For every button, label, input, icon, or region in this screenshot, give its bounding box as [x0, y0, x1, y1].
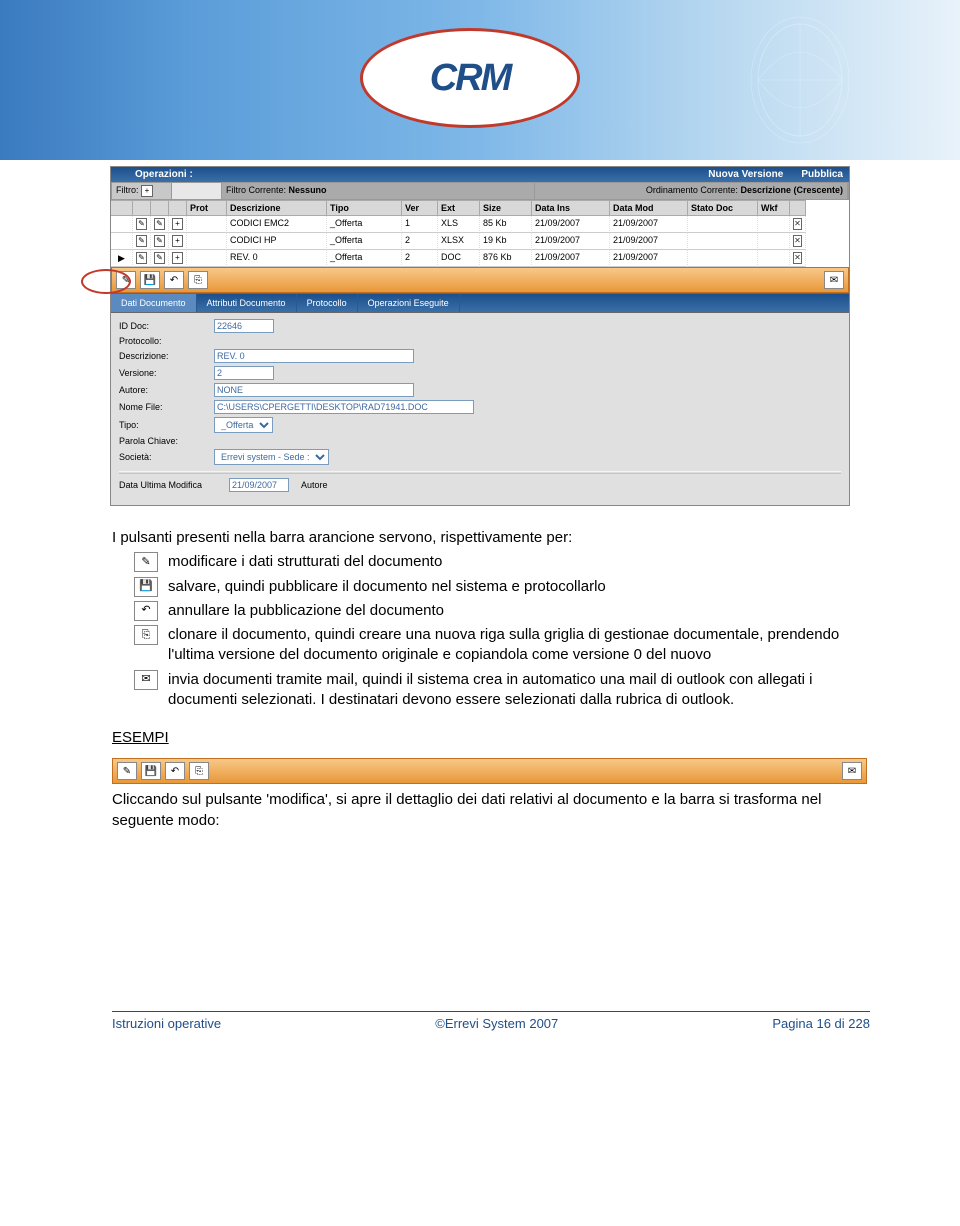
header-banner: CRM [0, 0, 960, 160]
mail-button[interactable]: ✉ [824, 271, 844, 289]
mail-button[interactable]: ✉ [842, 762, 862, 780]
orange-toolbar: ✎ 💾 ↶ ⎘ ✉ [111, 267, 849, 293]
crm-logo-text: CRM [430, 57, 511, 100]
intro-text: I pulsanti presenti nella barra arancion… [112, 528, 870, 548]
bullet-text: invia documenti tramite mail, quindi il … [168, 670, 870, 711]
list-item: 💾 salvare, quindi pubblicare il documento… [134, 577, 870, 597]
filter-expand[interactable] [172, 183, 222, 199]
document-grid: Prot Descrizione Tipo Ver Ext Size Data … [111, 200, 849, 267]
col-data-ins[interactable]: Data Ins [532, 200, 610, 216]
nomefile-field[interactable] [214, 400, 474, 414]
form-area: ID Doc: Protocollo: Descrizione: Version… [111, 313, 849, 505]
autore-label: Autore: [119, 385, 214, 395]
col-data-mod[interactable]: Data Mod [610, 200, 688, 216]
tab-dati-documento[interactable]: Dati Documento [111, 294, 197, 312]
descrizione-label: Descrizione: [119, 351, 214, 361]
tipo-label: Tipo: [119, 420, 214, 430]
col-descrizione[interactable]: Descrizione [227, 200, 327, 216]
undo-button[interactable]: ↶ [165, 762, 185, 780]
detail-tabs: Dati Documento Attributi Documento Proto… [111, 293, 849, 313]
bullet-text: annullare la pubblicazione del documento [168, 601, 444, 621]
col-wkf[interactable]: Wkf [758, 200, 790, 216]
descrizione-field[interactable] [214, 349, 414, 363]
page-footer: Istruzioni operative ©Errevi System 2007… [112, 1011, 870, 1031]
clone-button[interactable]: ⎘ [188, 271, 208, 289]
col-tipo[interactable]: Tipo [327, 200, 402, 216]
autore2-label: Autore [301, 480, 328, 490]
versione-label: Versione: [119, 368, 214, 378]
col-ext[interactable]: Ext [438, 200, 480, 216]
save-button[interactable]: 💾 [141, 762, 161, 780]
iddoc-label: ID Doc: [119, 321, 214, 331]
undo-button[interactable]: ↶ [164, 271, 184, 289]
esempi-orange-bar: ✎ 💾 ↶ ⎘ ✉ [112, 758, 867, 784]
ordinamento-corrente: Ordinamento Corrente: Descrizione (Cresc… [535, 183, 848, 199]
col-prot[interactable]: Prot [187, 200, 227, 216]
filtro-label: Filtro: + [112, 183, 172, 199]
protocollo-label: Protocollo: [119, 336, 214, 346]
col-ver[interactable]: Ver [402, 200, 438, 216]
dum-label: Data Ultima Modifica [119, 480, 229, 490]
pubblica-link[interactable]: Pubblica [801, 169, 843, 180]
footer-right: Pagina 16 di 228 [772, 1016, 870, 1031]
bullet-text: salvare, quindi pubblicare il documento … [168, 577, 606, 597]
bullet-icon: 💾 [134, 577, 158, 597]
bullet-text: modificare i dati strutturati del docume… [168, 552, 442, 572]
table-row[interactable]: ▶✎✎+REV. 0_Offerta2DOC876 Kb21/09/200721… [111, 250, 849, 267]
bullet-text: clonare il documento, quindi creare una … [168, 625, 870, 666]
parola-label: Parola Chiave: [119, 436, 214, 446]
col-stato[interactable]: Stato Doc [688, 200, 758, 216]
iddoc-field[interactable] [214, 319, 274, 333]
esempi-heading: ESEMPI [112, 728, 870, 748]
list-item: ✉ invia documenti tramite mail, quindi il… [134, 670, 870, 711]
document-body: I pulsanti presenti nella barra arancion… [112, 528, 870, 831]
highlight-circle [81, 269, 131, 294]
operations-bar: Operazioni : Nuova Versione Pubblica [111, 167, 849, 182]
versione-field[interactable] [214, 366, 274, 380]
bullet-icon: ✉ [134, 670, 158, 690]
ops-label: Operazioni : [135, 169, 193, 180]
filter-bar: Filtro: + Filtro Corrente: Nessuno Ordin… [111, 182, 849, 200]
societa-select[interactable]: Errevi system - Sede : [214, 449, 329, 465]
nomefile-label: Nome File: [119, 402, 214, 412]
grid-header-row: Prot Descrizione Tipo Ver Ext Size Data … [111, 200, 849, 216]
tab-protocollo[interactable]: Protocollo [297, 294, 358, 312]
nuova-versione-link[interactable]: Nuova Versione [708, 169, 783, 180]
head-wireframe-decor [700, 10, 900, 150]
autore-field[interactable] [214, 383, 414, 397]
edit-button[interactable]: ✎ [117, 762, 137, 780]
table-row[interactable]: ✎✎+CODICI HP_Offerta2XLSX19 Kb21/09/2007… [111, 233, 849, 250]
list-item: ⎘ clonare il documento, quindi creare una… [134, 625, 870, 666]
bullet-icon: ⎘ [134, 625, 158, 645]
col-size[interactable]: Size [480, 200, 532, 216]
list-item: ↶ annullare la pubblicazione del document… [134, 601, 870, 621]
save-button[interactable]: 💾 [140, 271, 160, 289]
esempi-text: Cliccando sul pulsante 'modifica', si ap… [112, 790, 870, 831]
list-item: ✎ modificare i dati strutturati del docum… [134, 552, 870, 572]
icon-bullet-list: ✎ modificare i dati strutturati del docum… [134, 552, 870, 710]
bullet-icon: ↶ [134, 601, 158, 621]
footer-left: Istruzioni operative [112, 1016, 221, 1031]
table-row[interactable]: ✎✎+CODICI EMC2_Offerta1XLS85 Kb21/09/200… [111, 216, 849, 233]
app-screenshot: Operazioni : Nuova Versione Pubblica Fil… [110, 166, 850, 506]
dum-field[interactable] [229, 478, 289, 492]
societa-label: Società: [119, 452, 214, 462]
tipo-select[interactable]: _Offerta [214, 417, 273, 433]
tab-attributi[interactable]: Attributi Documento [197, 294, 297, 312]
bullet-icon: ✎ [134, 552, 158, 572]
filtro-corrente: Filtro Corrente: Nessuno [222, 183, 535, 199]
footer-center: ©Errevi System 2007 [435, 1016, 558, 1031]
crm-logo: CRM [360, 28, 580, 128]
clone-button[interactable]: ⎘ [189, 762, 209, 780]
tab-operazioni[interactable]: Operazioni Eseguite [358, 294, 460, 312]
